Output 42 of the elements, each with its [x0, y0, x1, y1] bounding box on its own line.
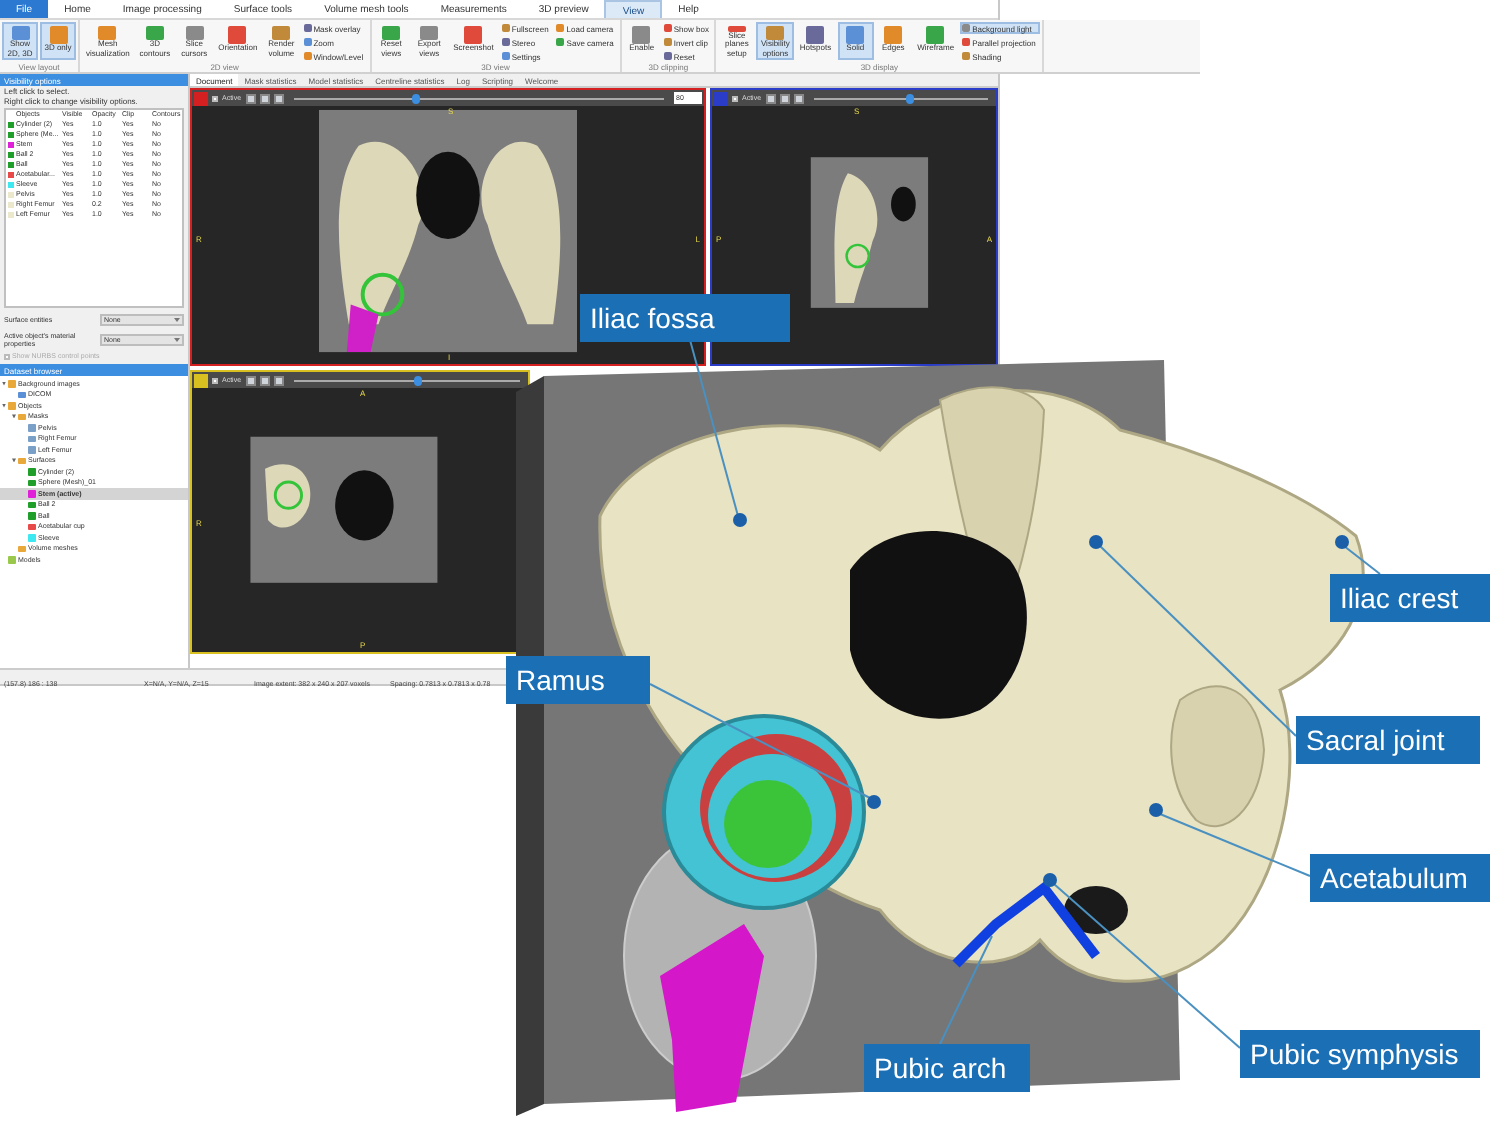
slider-thumb[interactable] — [413, 375, 422, 385]
slider-thumb[interactable] — [411, 93, 420, 103]
slider-thumb[interactable] — [905, 93, 914, 103]
item-icon — [18, 391, 26, 398]
caret-icon — [2, 403, 6, 408]
tool-icon — [806, 26, 825, 44]
tool-icon — [11, 26, 29, 40]
caret-icon — [12, 414, 16, 419]
item-icon — [8, 556, 16, 563]
tool-icon — [145, 26, 164, 40]
marker-dot — [867, 795, 881, 809]
tool-icon — [766, 26, 785, 40]
tool-icon — [228, 26, 247, 44]
tool-icon — [98, 26, 117, 40]
annotation-label: Sacral joint — [1296, 716, 1480, 764]
annotation-label: Acetabulum — [1310, 854, 1490, 902]
annotation-label: Iliac crest — [1330, 574, 1490, 622]
caret-icon — [12, 458, 16, 463]
checkbox[interactable] — [212, 377, 218, 383]
caret-icon — [174, 338, 180, 342]
caret-icon — [174, 318, 180, 322]
tool-icon — [49, 26, 67, 44]
checkbox[interactable] — [732, 95, 738, 101]
marker-dot — [1335, 535, 1349, 549]
folder-icon — [18, 457, 26, 464]
marker-dot — [733, 513, 747, 527]
folder-icon — [8, 380, 16, 387]
caret-icon — [2, 381, 6, 386]
leader-line — [939, 935, 993, 1045]
marker-dot — [1089, 535, 1103, 549]
annotation-label: Pubic symphysis — [1240, 1030, 1480, 1078]
marker-dot — [1043, 873, 1057, 887]
view-icon[interactable] — [194, 373, 208, 387]
annotation-label: Iliac fossa — [580, 294, 790, 342]
tool-icon — [727, 26, 746, 31]
folder-icon — [18, 545, 26, 552]
annotation-label: Ramus — [506, 656, 650, 704]
tool-icon — [185, 26, 204, 40]
marker-dot — [1149, 803, 1163, 817]
checkbox[interactable] — [212, 95, 218, 101]
annotation-label: Pubic arch — [864, 1044, 1030, 1092]
leader-line — [1343, 545, 1381, 575]
